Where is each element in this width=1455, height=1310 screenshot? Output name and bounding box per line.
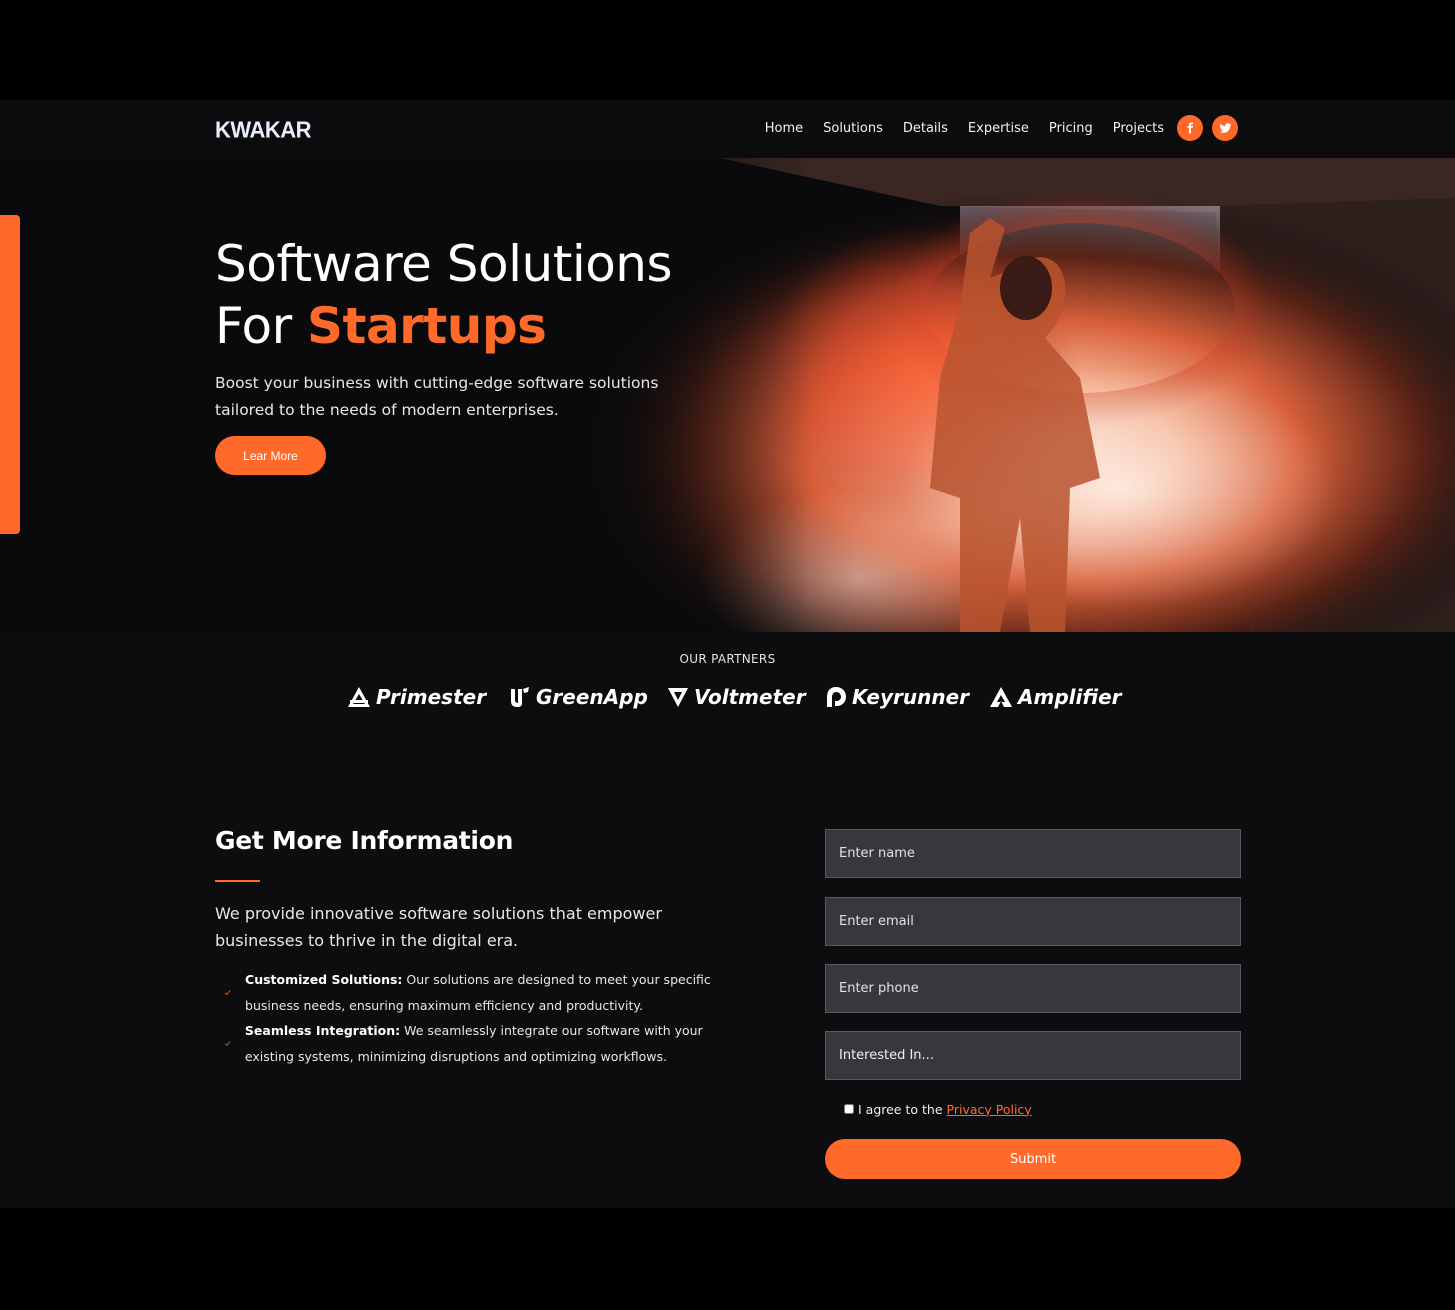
partner-voltmeter[interactable]: Voltmeter bbox=[667, 682, 806, 712]
amplifier-logo-icon bbox=[990, 687, 1012, 707]
hero-title: Software Solutions For Startups bbox=[215, 233, 735, 357]
greenapp-logo-icon bbox=[511, 687, 529, 707]
partner-name: Primester bbox=[376, 685, 487, 709]
privacy-agreement: I agree to the Privacy Policy bbox=[844, 1101, 1032, 1117]
hero-title-line1: Software Solutions bbox=[215, 235, 673, 293]
primester-logo-icon bbox=[348, 687, 370, 707]
feature-title: Customized Solutions: bbox=[245, 972, 403, 987]
name-input[interactable] bbox=[825, 829, 1241, 878]
nav-projects[interactable]: Projects bbox=[1113, 121, 1164, 136]
page: KWAKAR Home Solutions Details Expertise … bbox=[0, 0, 1455, 1310]
partner-amplifier[interactable]: Amplifier bbox=[989, 682, 1122, 712]
submit-button[interactable]: Submit bbox=[825, 1139, 1241, 1179]
partners-label: OUR PARTNERS bbox=[679, 652, 776, 666]
facebook-button[interactable] bbox=[1177, 115, 1203, 141]
check-icon bbox=[224, 990, 231, 996]
twitter-button[interactable] bbox=[1212, 115, 1238, 141]
feature-text: Customized Solutions: Our solutions are … bbox=[245, 967, 714, 1018]
check-icon bbox=[224, 1041, 231, 1047]
facebook-icon bbox=[1187, 122, 1193, 134]
hero-title-prefix: For bbox=[215, 297, 308, 355]
feature-text: Seamless Integration: We seamlessly inte… bbox=[245, 1018, 714, 1069]
nav-details[interactable]: Details bbox=[903, 121, 948, 136]
partner-keyrunner[interactable]: Keyrunner bbox=[826, 682, 969, 712]
feature-item: Customized Solutions: Our solutions are … bbox=[224, 967, 714, 1018]
privacy-policy-link[interactable]: Privacy Policy bbox=[947, 1102, 1032, 1117]
partner-name: Amplifier bbox=[1018, 685, 1122, 709]
nav-expertise[interactable]: Expertise bbox=[968, 121, 1029, 136]
hero-accent-bar bbox=[0, 215, 20, 534]
hero-title-highlight: Startups bbox=[307, 297, 547, 355]
hero-image bbox=[560, 158, 1455, 632]
email-input[interactable] bbox=[825, 897, 1241, 946]
nav-solutions[interactable]: Solutions bbox=[823, 121, 883, 136]
partner-greenapp[interactable]: GreenApp bbox=[509, 682, 648, 712]
phone-input[interactable] bbox=[825, 964, 1241, 1013]
learn-more-button[interactable]: Lear More bbox=[215, 436, 326, 475]
feature-item: Seamless Integration: We seamlessly inte… bbox=[224, 1018, 714, 1069]
logo[interactable]: KWAKAR bbox=[215, 116, 312, 143]
keyrunner-logo-icon bbox=[827, 687, 846, 707]
agree-label: I agree to the bbox=[858, 1101, 943, 1117]
nav-pricing[interactable]: Pricing bbox=[1049, 121, 1093, 136]
partner-name: Voltmeter bbox=[694, 685, 806, 709]
voltmeter-logo-icon bbox=[668, 688, 688, 707]
partner-name: Keyrunner bbox=[852, 685, 970, 709]
info-text: We provide innovative software solutions… bbox=[215, 904, 662, 950]
privacy-checkbox[interactable] bbox=[844, 1104, 854, 1114]
twitter-icon bbox=[1218, 122, 1231, 133]
info-title: Get More Information bbox=[215, 826, 514, 855]
hero-subtitle: Boost your business with cutting-edge so… bbox=[215, 374, 659, 419]
nav-home[interactable]: Home bbox=[765, 121, 803, 136]
partner-primester[interactable]: Primester bbox=[347, 682, 486, 712]
feature-title: Seamless Integration: bbox=[244, 1023, 401, 1038]
partner-name: GreenApp bbox=[536, 685, 648, 709]
nav-menu: Home Solutions Details Expertise Pricing… bbox=[765, 118, 1164, 138]
interest-select[interactable]: Interested In... bbox=[825, 1031, 1241, 1080]
info-divider bbox=[215, 880, 260, 882]
